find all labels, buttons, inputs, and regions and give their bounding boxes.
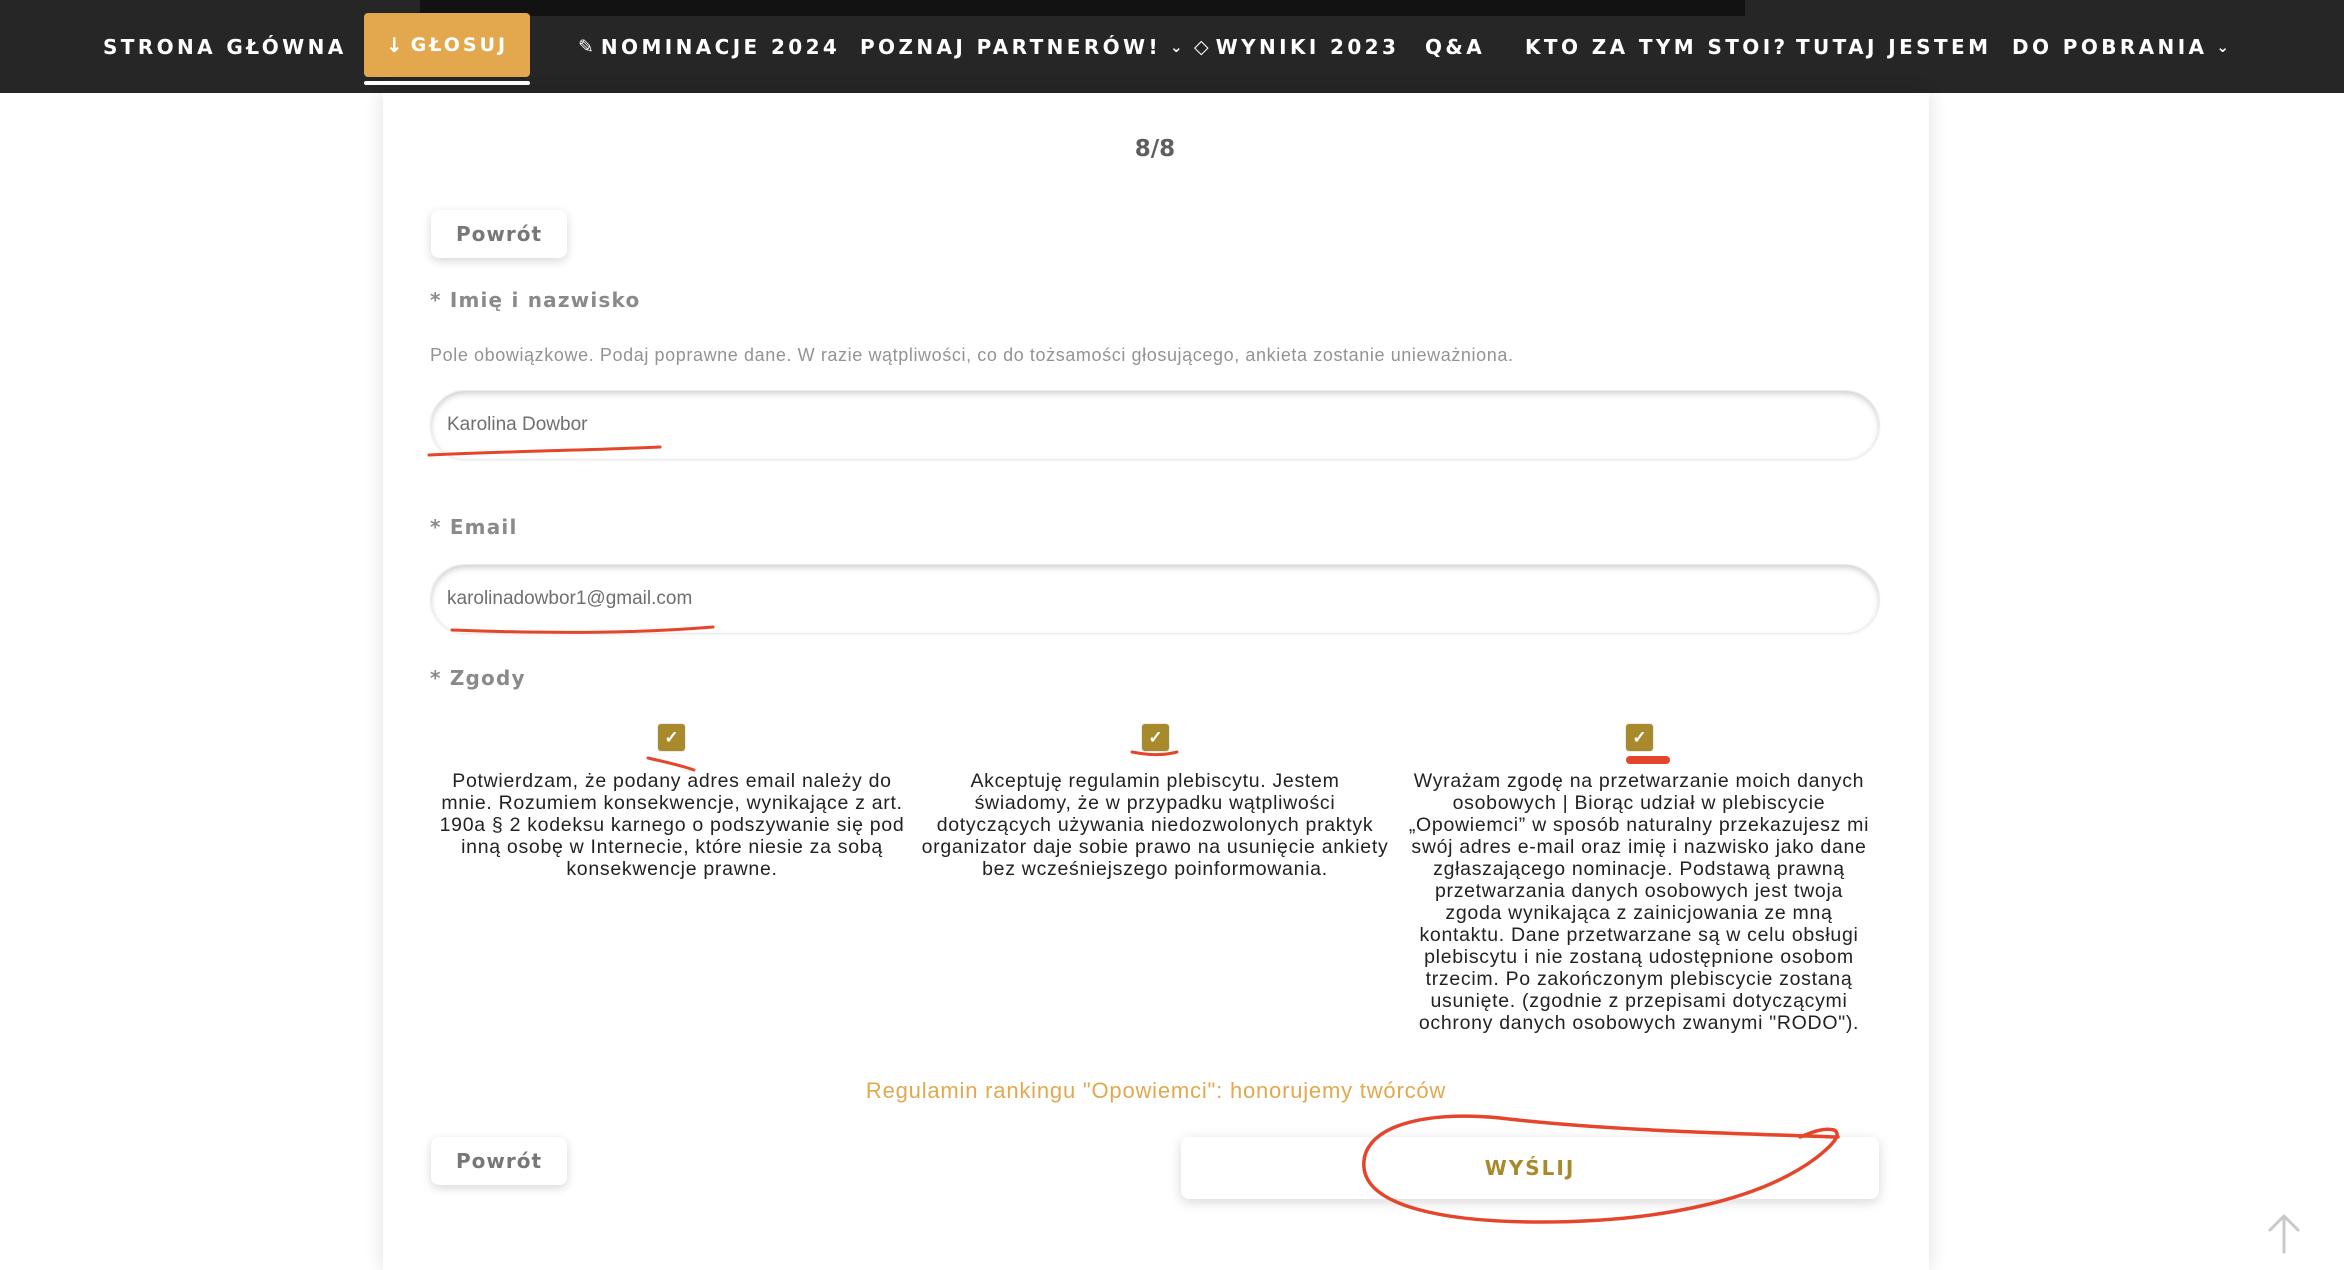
nav-active-underline <box>364 81 530 85</box>
nav-vote-button[interactable]: ↓ GŁOSUJ <box>364 13 530 77</box>
nav-item-here[interactable]: TUTAJ JESTEM <box>1796 0 1991 93</box>
chevron-down-icon: ⌄ <box>1170 37 1183 56</box>
nav-item-label: Q&A <box>1425 34 1486 59</box>
consent-text-gdpr: Wyrażam zgodę na przetwarzanie moich dan… <box>1408 770 1870 1034</box>
email-input[interactable] <box>430 564 1880 634</box>
name-label: * Imię i nazwisko <box>430 288 641 312</box>
submit-button[interactable]: WYŚLIJ <box>1181 1137 1879 1199</box>
checkmark-icon: ✓ <box>1632 727 1647 747</box>
consents-label: * Zgody <box>430 666 526 690</box>
nav-item-label: POZNAJ PARTNERÓW! <box>860 34 1162 59</box>
checkmark-icon: ✓ <box>1148 727 1163 747</box>
name-input[interactable] <box>430 390 1880 460</box>
diamond-icon: ◇ <box>1194 35 1209 58</box>
nav-item-qa[interactable]: Q&A <box>1425 0 1485 93</box>
consent-checkbox-rules[interactable]: ✓ <box>1142 724 1169 751</box>
pencil-icon: ✎ <box>578 35 594 58</box>
name-hint: Pole obowiązkowe. Podaj poprawne dane. W… <box>430 345 1514 365</box>
nav-item-downloads[interactable]: DO POBRANIA ⌄ <box>2012 0 2229 93</box>
nav-item-nominations[interactable]: ✎ NOMINACJE 2024 <box>578 0 840 93</box>
nav-item-label: STRONA GŁÓWNA <box>103 34 347 59</box>
consent-checkbox-email[interactable]: ✓ <box>658 724 685 751</box>
nav-item-home[interactable]: STRONA GŁÓWNA <box>103 0 347 93</box>
nav-item-about[interactable]: KTO ZA TYM STOI? <box>1525 0 1789 93</box>
arrow-up-icon[interactable] <box>2264 1212 2304 1256</box>
nav-item-label: DO POBRANIA <box>2012 34 2208 59</box>
email-label: * Email <box>430 515 518 539</box>
consent-text-rules: Akceptuję regulamin plebiscytu. Jestem ś… <box>921 770 1389 880</box>
nav-vote-label: GŁOSUJ <box>410 34 509 56</box>
back-button-bottom[interactable]: Powrót <box>431 1137 567 1185</box>
nav-item-label: NOMINACJE 2024 <box>600 34 841 59</box>
checkmark-icon: ✓ <box>664 727 679 747</box>
chevron-down-icon: ⌄ <box>2216 37 2229 56</box>
arrow-down-icon: ↓ <box>385 33 403 57</box>
nav-item-partners[interactable]: POZNAJ PARTNERÓW! ⌄ <box>860 0 1183 93</box>
nav-item-label: TUTAJ JESTEM <box>1796 34 1992 59</box>
rules-link[interactable]: Regulamin rankingu "Opowiemci": honoruje… <box>800 1078 1512 1104</box>
consent-checkbox-gdpr[interactable]: ✓ <box>1626 724 1653 751</box>
consent-text-email: Potwierdzam, że podany adres email należ… <box>439 770 905 880</box>
nav-item-label: KTO ZA TYM STOI? <box>1525 34 1789 59</box>
form-step-indicator: 8/8 <box>1134 136 1176 162</box>
back-button-top[interactable]: Powrót <box>431 210 567 258</box>
top-navigation-bar: STRONA GŁÓWNA ↓ GŁOSUJ ✎ NOMINACJE 2024 … <box>0 0 2344 93</box>
nav-item-results[interactable]: ◇ WYNIKI 2023 <box>1194 0 1399 93</box>
nav-item-label: WYNIKI 2023 <box>1215 34 1400 59</box>
